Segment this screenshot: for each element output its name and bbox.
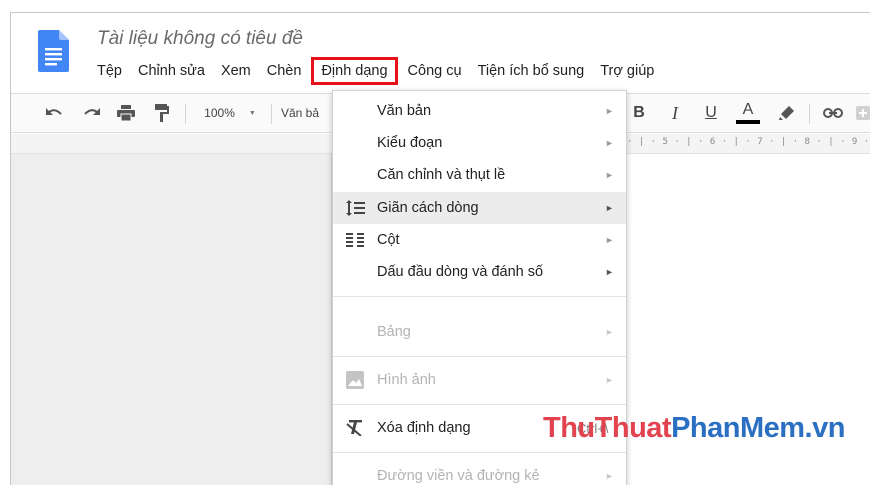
columns-icon	[345, 230, 365, 250]
text-color-button[interactable]: A	[735, 94, 761, 132]
submenu-arrow-icon: ►	[605, 203, 614, 213]
menu-item-bullets-numbering[interactable]: Dấu đầu dòng và đánh số ►	[333, 256, 626, 288]
menu-addons[interactable]: Tiện ích bổ sung	[470, 60, 593, 82]
menu-divider	[333, 356, 626, 357]
submenu-arrow-icon: ►	[605, 471, 614, 481]
italic-button[interactable]: I	[665, 94, 685, 132]
toolbar-divider	[185, 104, 186, 124]
menu-format[interactable]: Định dạng	[311, 57, 398, 85]
menu-item-label: Bảng	[377, 324, 411, 340]
menu-item-label: Kiểu đoạn	[377, 135, 443, 151]
menu-item-label: Giãn cách dòng	[377, 200, 479, 216]
submenu-arrow-icon: ►	[605, 235, 614, 245]
menu-edit[interactable]: Chỉnh sửa	[130, 60, 213, 82]
menu-insert[interactable]: Chèn	[259, 60, 310, 82]
line-spacing-icon	[345, 198, 365, 218]
menu-item-image[interactable]: Hình ảnh ►	[333, 364, 626, 396]
menu-item-line-spacing[interactable]: Giãn cách dòng ►	[333, 192, 626, 224]
toolbar-divider	[271, 104, 272, 124]
menu-item-table[interactable]: Bảng ►	[333, 316, 626, 348]
watermark: ThuThuatPhanMem.vn	[543, 412, 845, 445]
menu-item-borders-lines[interactable]: Đường viền và đường kẻ ►	[333, 460, 626, 485]
paint-format-icon[interactable]	[151, 94, 173, 132]
link-icon[interactable]	[821, 94, 845, 132]
submenu-arrow-icon: ►	[605, 138, 614, 148]
menu-item-label: Căn chỉnh và thụt lề	[377, 167, 506, 183]
undo-icon[interactable]	[43, 94, 65, 132]
menu-item-align-indent[interactable]: Căn chỉnh và thụt lề ►	[333, 159, 626, 191]
watermark-part1: ThuThuat	[543, 412, 672, 444]
submenu-arrow-icon: ►	[605, 106, 614, 116]
submenu-arrow-icon: ►	[605, 327, 614, 337]
text-color-swatch	[736, 120, 760, 124]
submenu-arrow-icon: ►	[605, 375, 614, 385]
menu-view[interactable]: Xem	[213, 60, 259, 82]
toolbar-divider	[809, 104, 810, 124]
ruler-marks: · | · 5 · | · 6 · | · 7 · | · 8 · | · 9 …	[627, 137, 870, 147]
menu-item-label: Đường viền và đường kẻ	[377, 468, 540, 484]
document-title[interactable]: Tài liệu không có tiêu đề	[97, 28, 303, 50]
chevron-down-icon: ▼	[248, 109, 256, 117]
highlight-icon[interactable]	[777, 94, 797, 132]
redo-icon[interactable]	[81, 94, 103, 132]
submenu-arrow-icon: ►	[605, 267, 614, 277]
menu-item-label: Hình ảnh	[377, 372, 436, 388]
menu-divider	[333, 404, 626, 405]
underline-button[interactable]: U	[701, 94, 721, 132]
bold-button[interactable]: B	[629, 94, 649, 132]
menu-item-label: Cột	[377, 232, 400, 248]
clear-formatting-icon	[345, 418, 365, 438]
menu-item-label: Văn bản	[377, 103, 432, 119]
menu-item-paragraph-styles[interactable]: Kiểu đoạn ►	[333, 127, 626, 159]
menu-help[interactable]: Trợ giúp	[592, 60, 662, 82]
menu-item-label: Xóa định dạng	[377, 420, 471, 436]
menu-divider	[333, 452, 626, 453]
zoom-value: 100%	[204, 106, 235, 120]
menu-item-text[interactable]: Văn bản ►	[333, 95, 626, 127]
print-icon[interactable]	[115, 94, 137, 132]
style-value: Văn bả	[281, 106, 320, 120]
comment-icon[interactable]	[855, 94, 870, 132]
menu-item-columns[interactable]: Cột ►	[333, 224, 626, 256]
zoom-select[interactable]: 100% ▼	[199, 94, 261, 132]
menu-file[interactable]: Tệp	[89, 60, 130, 82]
watermark-part2: PhanMem.vn	[671, 412, 845, 444]
text-color-icon: A	[742, 101, 754, 118]
submenu-arrow-icon: ►	[605, 170, 614, 180]
menubar: Tệp Chỉnh sửa Xem Chèn Định dạng Công cụ…	[89, 57, 662, 85]
google-docs-icon[interactable]	[38, 30, 69, 72]
menu-tools[interactable]: Công cụ	[400, 60, 470, 82]
image-icon	[345, 370, 365, 390]
style-select[interactable]: Văn bả	[281, 94, 329, 132]
menu-divider	[333, 296, 626, 297]
menu-item-label: Dấu đầu dòng và đánh số	[377, 264, 544, 280]
